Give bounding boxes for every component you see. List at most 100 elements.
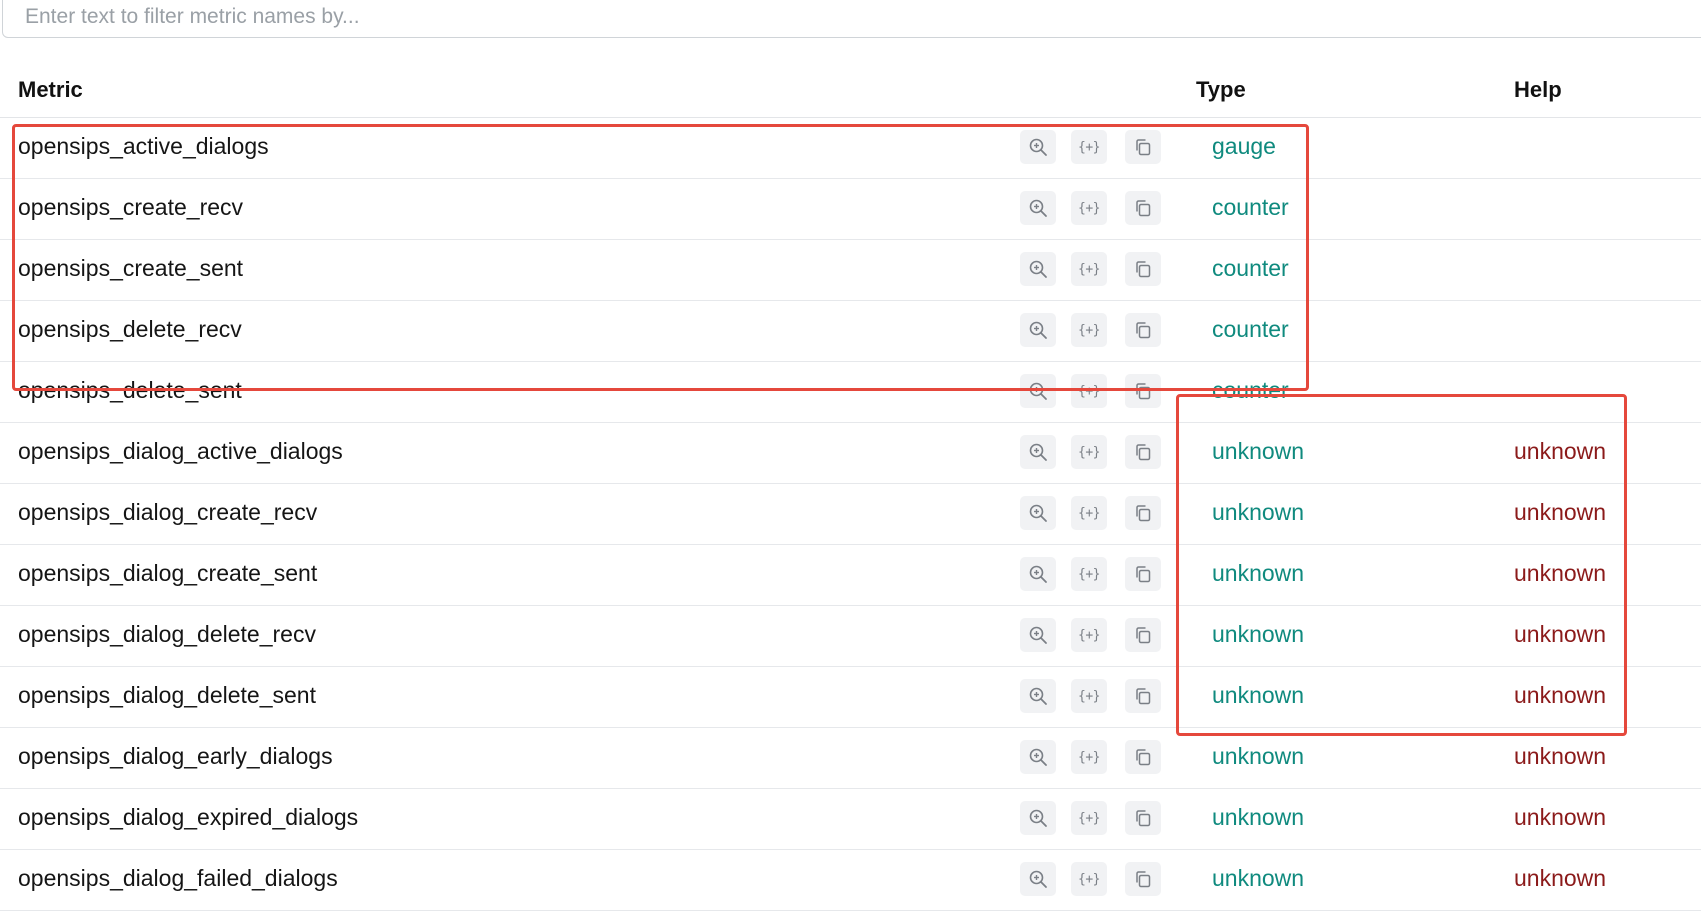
- explore-metric-button[interactable]: [1020, 374, 1056, 408]
- copy-metric-button[interactable]: [1125, 130, 1161, 164]
- header-help: Help: [1514, 77, 1562, 102]
- metric-help: unknown: [1514, 865, 1607, 891]
- metric-name: opensips_dialog_early_dialogs: [18, 743, 333, 769]
- explore-metric-button[interactable]: [1020, 496, 1056, 530]
- explore-metric-button[interactable]: [1020, 557, 1056, 591]
- copy-icon: [1133, 259, 1153, 279]
- braces-plus-icon: {+}: [1078, 749, 1100, 765]
- metric-type: counter: [1212, 377, 1289, 403]
- copy-icon: [1133, 686, 1153, 706]
- explore-metric-button[interactable]: [1020, 740, 1056, 774]
- insert-query-button[interactable]: {+}: [1071, 191, 1107, 225]
- copy-metric-button[interactable]: [1125, 191, 1161, 225]
- explore-metric-button[interactable]: [1020, 618, 1056, 652]
- zoom-in-icon: [1028, 137, 1048, 157]
- insert-query-button[interactable]: {+}: [1071, 557, 1107, 591]
- metric-type: counter: [1212, 255, 1289, 281]
- insert-query-button[interactable]: {+}: [1071, 313, 1107, 347]
- metric-name: opensips_create_recv: [18, 194, 244, 220]
- metric-type: unknown: [1212, 743, 1305, 769]
- metric-type: counter: [1212, 194, 1289, 220]
- insert-query-button[interactable]: {+}: [1071, 252, 1107, 286]
- insert-query-button[interactable]: {+}: [1071, 618, 1107, 652]
- explore-metric-button[interactable]: [1020, 313, 1056, 347]
- insert-query-button[interactable]: {+}: [1071, 496, 1107, 530]
- braces-plus-icon: {+}: [1078, 200, 1100, 216]
- copy-metric-button[interactable]: [1125, 679, 1161, 713]
- metric-filter-box[interactable]: [2, 0, 1701, 38]
- copy-metric-button[interactable]: [1125, 496, 1161, 530]
- copy-icon: [1133, 503, 1153, 523]
- braces-plus-icon: {+}: [1078, 261, 1100, 277]
- copy-metric-button[interactable]: [1125, 557, 1161, 591]
- braces-plus-icon: {+}: [1078, 383, 1100, 399]
- zoom-in-icon: [1028, 503, 1048, 523]
- insert-query-button[interactable]: {+}: [1071, 374, 1107, 408]
- zoom-in-icon: [1028, 320, 1048, 340]
- header-metric: Metric: [18, 77, 83, 102]
- table-row: opensips_dialog_delete_sent {+} unknown unk…: [0, 667, 1701, 728]
- table-row: opensips_dialog_create_recv {+} unknown unk…: [0, 484, 1701, 545]
- explore-metric-button[interactable]: [1020, 130, 1056, 164]
- metric-help: unknown: [1514, 804, 1607, 830]
- metric-type: unknown: [1212, 804, 1305, 830]
- explore-metric-button[interactable]: [1020, 801, 1056, 835]
- table-body: opensips_active_dialogs {+} gauge opensips_…: [0, 118, 1701, 911]
- copy-metric-button[interactable]: [1125, 801, 1161, 835]
- metric-type: gauge: [1212, 133, 1276, 159]
- metric-help: unknown: [1514, 499, 1607, 525]
- table-row: opensips_active_dialogs {+} gauge: [0, 118, 1701, 179]
- metric-help: unknown: [1514, 438, 1607, 464]
- copy-icon: [1133, 198, 1153, 218]
- table-row: opensips_delete_sent {+} counter: [0, 362, 1701, 423]
- copy-icon: [1133, 442, 1153, 462]
- copy-metric-button[interactable]: [1125, 435, 1161, 469]
- insert-query-button[interactable]: {+}: [1071, 130, 1107, 164]
- zoom-in-icon: [1028, 808, 1048, 828]
- metric-name: opensips_dialog_delete_recv: [18, 621, 316, 647]
- metric-name: opensips_dialog_failed_dialogs: [18, 865, 338, 891]
- insert-query-button[interactable]: {+}: [1071, 801, 1107, 835]
- copy-metric-button[interactable]: [1125, 252, 1161, 286]
- metric-name: opensips_active_dialogs: [18, 133, 269, 159]
- insert-query-button[interactable]: {+}: [1071, 679, 1107, 713]
- copy-metric-button[interactable]: [1125, 618, 1161, 652]
- table-row: opensips_dialog_create_sent {+} unknown unk…: [0, 545, 1701, 606]
- metric-help: unknown: [1514, 560, 1607, 586]
- table-row: opensips_dialog_delete_recv {+} unknown unk…: [0, 606, 1701, 667]
- table-row: opensips_dialog_expired_dialogs {+} unknow…: [0, 789, 1701, 850]
- copy-metric-button[interactable]: [1125, 740, 1161, 774]
- metrics-table: Metric Type Help opensips_active_dialogs…: [0, 62, 1701, 911]
- copy-icon: [1133, 564, 1153, 584]
- explore-metric-button[interactable]: [1020, 435, 1056, 469]
- explore-metric-button[interactable]: [1020, 252, 1056, 286]
- explore-metric-button[interactable]: [1020, 862, 1056, 896]
- metric-filter-input[interactable]: [23, 0, 1427, 35]
- metric-type: unknown: [1212, 438, 1305, 464]
- table-row: opensips_create_sent {+} counter: [0, 240, 1701, 301]
- insert-query-button[interactable]: {+}: [1071, 862, 1107, 896]
- braces-plus-icon: {+}: [1078, 810, 1100, 826]
- copy-icon: [1133, 869, 1153, 889]
- table-header: Metric Type Help: [0, 62, 1701, 118]
- zoom-in-icon: [1028, 564, 1048, 584]
- copy-metric-button[interactable]: [1125, 374, 1161, 408]
- explore-metric-button[interactable]: [1020, 679, 1056, 713]
- metric-name: opensips_dialog_delete_sent: [18, 682, 316, 708]
- zoom-in-icon: [1028, 747, 1048, 767]
- copy-icon: [1133, 747, 1153, 767]
- zoom-in-icon: [1028, 625, 1048, 645]
- zoom-in-icon: [1028, 259, 1048, 279]
- metric-name: opensips_delete_recv: [18, 316, 242, 342]
- copy-metric-button[interactable]: [1125, 862, 1161, 896]
- metric-type: unknown: [1212, 865, 1305, 891]
- braces-plus-icon: {+}: [1078, 322, 1100, 338]
- table-row: opensips_dialog_early_dialogs {+} unknown u…: [0, 728, 1701, 789]
- table-row: opensips_delete_recv {+} counter: [0, 301, 1701, 362]
- table-row: opensips_dialog_active_dialogs {+} unknown…: [0, 423, 1701, 484]
- copy-metric-button[interactable]: [1125, 313, 1161, 347]
- insert-query-button[interactable]: {+}: [1071, 740, 1107, 774]
- explore-metric-button[interactable]: [1020, 191, 1056, 225]
- metric-name: opensips_dialog_create_recv: [18, 499, 318, 525]
- insert-query-button[interactable]: {+}: [1071, 435, 1107, 469]
